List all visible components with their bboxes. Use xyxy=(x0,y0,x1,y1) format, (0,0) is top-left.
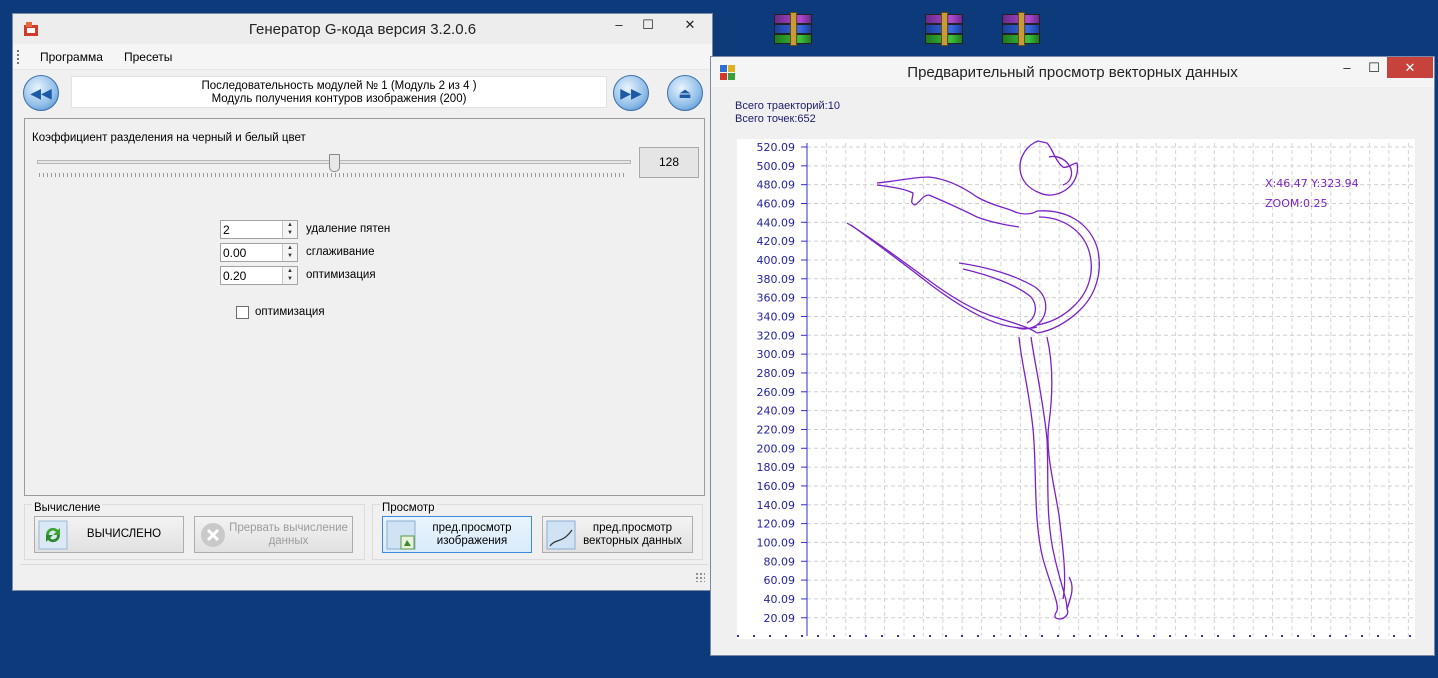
threshold-slider-thumb[interactable] xyxy=(329,154,340,172)
next-module-button[interactable]: ▶▶ xyxy=(613,75,649,111)
optimization-label: оптимизация xyxy=(306,269,376,281)
module-settings-panel: Коэффициент разделения на черный и белый… xyxy=(24,118,705,496)
total-paths-label: Всего траекторий:10 xyxy=(735,100,840,112)
minimize-button[interactable]: – xyxy=(1334,57,1360,78)
calculation-group-title: Вычисление xyxy=(32,502,103,514)
module-nav: ◀◀ Последовательность модулей № 1 (Модул… xyxy=(21,74,705,112)
y-tick-label: 240.09 xyxy=(757,405,796,418)
prev-module-button[interactable]: ◀◀ xyxy=(23,75,59,111)
calculation-group: Вычисление ВЫЧИСЛЕНО Прервать вычисление… xyxy=(24,502,365,560)
y-tick-label: 280.09 xyxy=(757,367,796,380)
y-tick-label: 520.09 xyxy=(757,141,796,154)
preview-vector-button[interactable]: пред.просмотр векторных данных xyxy=(542,516,693,553)
minimize-button[interactable]: – xyxy=(606,14,632,35)
winrar-archive-icon[interactable] xyxy=(923,12,965,50)
y-tick-label: 500.09 xyxy=(757,160,796,173)
eject-icon: ⏏ xyxy=(678,85,692,101)
view-group: Просмотр пред.просмотр изображения пред.… xyxy=(372,502,703,560)
vector-preview-icon xyxy=(546,520,576,550)
double-right-arrow-icon: ▶▶ xyxy=(620,85,642,101)
preview-window-title: Предварительный просмотр векторных данны… xyxy=(907,64,1238,81)
smoothing-value: 0.00 xyxy=(223,246,247,260)
view-group-title: Просмотр xyxy=(380,502,437,514)
threshold-value: 128 xyxy=(639,147,699,178)
y-tick-label: 340.09 xyxy=(757,310,796,323)
y-tick-label: 320.09 xyxy=(757,329,796,342)
spinner-arrows-icon[interactable]: ▲ ▼ xyxy=(282,267,297,284)
despeckle-spinner[interactable]: 2 ▲ ▼ xyxy=(220,220,298,239)
gcode-generator-window: Генератор G-кода версия 3.2.0.6 – ☐ ✕ Пр… xyxy=(12,13,713,591)
menubar: Программа Пресеты xyxy=(13,44,712,70)
threshold-slider-ticks xyxy=(39,173,627,177)
y-tick-label: 180.09 xyxy=(757,461,796,474)
close-button[interactable]: ✕ xyxy=(667,14,713,35)
smoothing-spinner[interactable]: 0.00 ▲ ▼ xyxy=(220,243,298,262)
y-tick-label: 80.09 xyxy=(764,555,796,568)
compute-button-label: ВЫЧИСЛЕНО xyxy=(86,528,162,540)
menu-presets[interactable]: Пресеты xyxy=(124,50,172,64)
plot-background xyxy=(737,139,1415,639)
maximize-button[interactable]: ☐ xyxy=(635,14,661,35)
y-tick-label: 220.09 xyxy=(757,423,796,436)
sequence-line-2: Модуль получения контуров изображения (2… xyxy=(211,93,467,105)
preview-image-label: пред.просмотр изображения xyxy=(432,521,512,547)
vector-preview-window: Предварительный просмотр векторных данны… xyxy=(710,56,1435,656)
y-tick-label: 480.09 xyxy=(757,179,796,192)
y-tick-label: 40.09 xyxy=(764,593,796,606)
preview-titlebar[interactable]: Предварительный просмотр векторных данны… xyxy=(711,57,1434,87)
close-button[interactable]: ✕ xyxy=(1387,57,1433,78)
y-tick-label: 60.09 xyxy=(764,574,796,587)
y-tick-label: 380.09 xyxy=(757,273,796,286)
preview-vector-label: пред.просмотр векторных данных xyxy=(583,521,682,547)
threshold-label: Коэффициент разделения на черный и белый… xyxy=(32,132,306,144)
compute-button[interactable]: ВЫЧИСЛЕНО xyxy=(34,516,184,553)
menu-program[interactable]: Программа xyxy=(40,50,103,64)
spinner-arrows-icon[interactable]: ▲ ▼ xyxy=(282,244,297,261)
menu-grip xyxy=(17,50,21,64)
y-tick-label: 200.09 xyxy=(757,442,796,455)
y-tick-label: 20.09 xyxy=(764,612,796,625)
y-tick-label: 460.09 xyxy=(757,197,796,210)
zoom-readout: ZOOM:0.25 xyxy=(1265,197,1328,210)
resize-grip-icon[interactable] xyxy=(695,572,705,582)
vector-plot[interactable]: 520.09 500.09 480.09 460.09 440.09 420.09 400.… xyxy=(737,139,1415,639)
y-tick-label: 400.09 xyxy=(757,254,796,267)
status-bar xyxy=(20,564,708,585)
winrar-archive-icon[interactable] xyxy=(772,12,814,50)
double-left-arrow-icon: ◀◀ xyxy=(30,85,52,101)
y-tick-label: 300.09 xyxy=(757,348,796,361)
sequence-line-1: Последовательность модулей № 1 (Модуль 2… xyxy=(201,80,477,92)
sequence-info: Последовательность модулей № 1 (Модуль 2… xyxy=(71,76,607,108)
total-points-label: Всего точек:652 xyxy=(735,113,816,125)
despeckle-label: удаление пятен xyxy=(306,223,391,235)
winrar-archive-icon[interactable] xyxy=(1000,12,1042,50)
cursor-readout: X:46.47 Y:323.94 xyxy=(1265,177,1359,190)
y-tick-label: 420.09 xyxy=(757,235,796,248)
smoothing-label: сглаживание xyxy=(306,246,375,258)
eject-button[interactable]: ⏏ xyxy=(667,75,703,111)
abort-button-label: Прервать вычисление данных xyxy=(229,521,348,547)
y-tick-label: 360.09 xyxy=(757,292,796,305)
refresh-icon xyxy=(38,520,68,550)
preview-image-button[interactable]: пред.просмотр изображения xyxy=(382,516,532,553)
optimization-checkbox-label[interactable]: оптимизация xyxy=(255,306,325,318)
y-tick-label: 260.09 xyxy=(757,386,796,399)
y-tick-label: 160.09 xyxy=(757,480,796,493)
maximize-button[interactable]: ☐ xyxy=(1361,57,1387,78)
y-tick-label: 440.09 xyxy=(757,216,796,229)
spinner-arrows-icon[interactable]: ▲ ▼ xyxy=(282,221,297,238)
y-tick-label: 120.09 xyxy=(757,518,796,531)
cancel-icon xyxy=(201,523,225,547)
titlebar[interactable]: Генератор G-кода версия 3.2.0.6 – ☐ ✕ xyxy=(13,14,712,44)
optimization-value: 0.20 xyxy=(223,269,247,283)
optimization-spinner[interactable]: 0.20 ▲ ▼ xyxy=(220,266,298,285)
y-tick-label: 140.09 xyxy=(757,499,796,512)
abort-calculation-button[interactable]: Прервать вычисление данных xyxy=(194,516,353,553)
despeckle-value: 2 xyxy=(223,223,230,237)
y-tick-label: 100.09 xyxy=(757,536,796,549)
optimization-checkbox[interactable] xyxy=(236,306,249,319)
image-preview-icon xyxy=(386,520,416,550)
